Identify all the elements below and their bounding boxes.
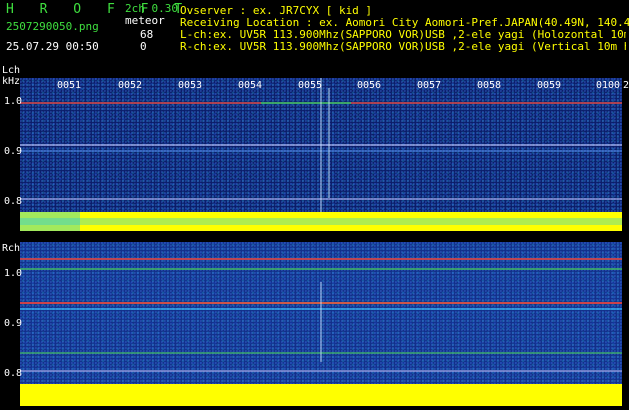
rch-level-bar: [20, 384, 622, 406]
time-tick: 0059: [537, 80, 562, 91]
rch-trace-2: [20, 268, 622, 270]
rch-trace-6: [20, 370, 622, 372]
lch-spike: [320, 78, 322, 212]
rch-waterfall: [20, 242, 622, 384]
time-tick: 0100: [596, 80, 621, 91]
rch-label: Rch: [2, 243, 21, 254]
lch-label: Lch: [2, 65, 21, 76]
lch-y-tick: 0.9: [4, 146, 23, 157]
rch-y-tick: 0.8: [4, 368, 23, 379]
time-tick: 0055: [298, 80, 323, 91]
rch-y-tick: 1.0: [4, 268, 23, 279]
lch-level-cyan: [20, 212, 80, 231]
time-tick: 0058: [477, 80, 502, 91]
filename-label: 2507290050.png: [6, 20, 99, 33]
edge-label: 2: [623, 80, 629, 91]
lch-spike: [328, 88, 330, 198]
time-tick: 0054: [238, 80, 263, 91]
rch-count: 0: [140, 40, 147, 53]
datetime-label: 25.07.29 00:50: [6, 40, 99, 53]
time-tick: 0052: [118, 80, 143, 91]
lch-waterfall: [20, 78, 622, 212]
lch-unit: kHz: [2, 76, 21, 87]
time-tick: 0057: [417, 80, 442, 91]
time-tick: 0053: [178, 80, 203, 91]
time-tick: 0056: [357, 80, 382, 91]
rch-spike: [320, 282, 322, 362]
rch-trace-1: [20, 258, 622, 260]
lch-y-tick: 1.0: [4, 96, 23, 107]
mode-label: meteor: [125, 14, 165, 27]
rch-y-tick: 0.9: [4, 318, 23, 329]
lch-level-bar: [20, 212, 622, 231]
rch-description: R-ch:ex. UV5R 113.900Mhz(SAPPORO VOR)USB…: [180, 40, 626, 53]
lch-level-cyan: [20, 218, 622, 225]
time-tick: 0051: [57, 80, 82, 91]
lch-y-tick: 0.8: [4, 196, 23, 207]
